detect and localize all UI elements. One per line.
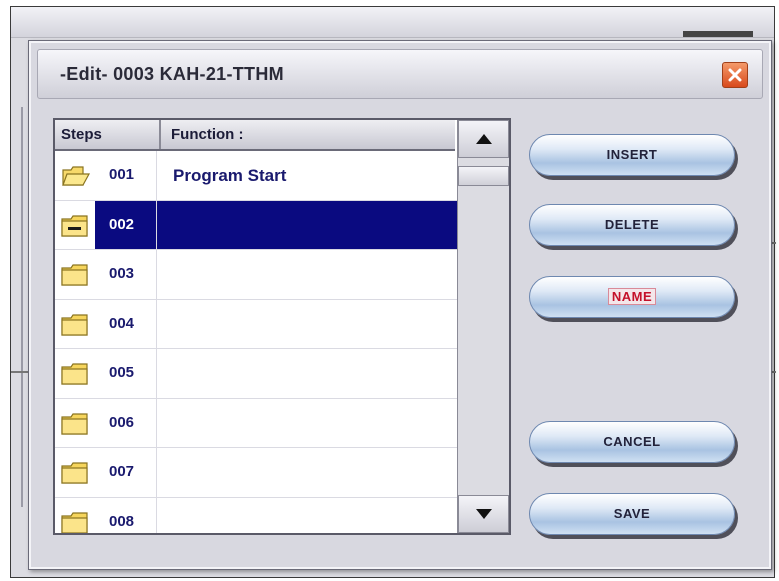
step-cell: 008: [55, 497, 157, 533]
step-number: 007: [109, 463, 135, 480]
insert-button[interactable]: INSERT: [529, 134, 735, 176]
list-item[interactable]: 004: [55, 299, 457, 349]
vertical-scrollbar[interactable]: [457, 120, 509, 533]
step-cell: 003: [55, 250, 157, 299]
step-number: 002: [109, 215, 135, 233]
function-text: Program Start: [173, 166, 287, 185]
save-button[interactable]: SAVE: [529, 493, 735, 535]
list-item[interactable]: 001 Program Start: [55, 151, 457, 201]
list-item[interactable]: 003: [55, 250, 457, 300]
scroll-thumb[interactable]: [458, 166, 509, 186]
close-button[interactable]: [722, 62, 748, 88]
step-cell: 001: [55, 151, 157, 200]
dialog-titlebar: -Edit- 0003 KAH-21-TTHM: [37, 49, 763, 99]
name-button-label: NAME: [607, 288, 657, 305]
step-cell: 002: [55, 200, 157, 249]
close-icon: [728, 68, 742, 82]
step-number: 008: [109, 512, 135, 530]
column-header-steps[interactable]: Steps: [61, 120, 151, 149]
list-rows: 001 Program Start 002 003 004 005 006 007 008: [55, 151, 457, 533]
list-item[interactable]: 007: [55, 448, 457, 498]
edit-dialog: -Edit- 0003 KAH-21-TTHM Steps Function :…: [28, 40, 772, 570]
name-button[interactable]: NAME: [529, 276, 735, 318]
list-header: Steps Function :: [55, 120, 455, 151]
step-cell: 004: [55, 299, 157, 348]
step-number: 001: [109, 166, 135, 183]
step-cell: 006: [55, 398, 157, 447]
step-number: 003: [109, 265, 135, 282]
list-item[interactable]: 005: [55, 349, 457, 399]
list-item[interactable]: 008: [55, 497, 457, 533]
folder-icon: [61, 412, 91, 435]
folder-open-icon: [61, 165, 91, 187]
dialog-title: -Edit- 0003 KAH-21-TTHM: [60, 64, 284, 84]
step-number: 005: [109, 364, 135, 381]
steps-list[interactable]: Steps Function : 001 Program Start 002 003 0…: [53, 118, 511, 535]
step-cell: 005: [55, 349, 157, 398]
delete-button[interactable]: DELETE: [529, 204, 735, 246]
list-item[interactable]: 002: [55, 200, 457, 250]
folder-icon: [61, 363, 91, 385]
arrow-down-icon: [476, 509, 492, 519]
list-item[interactable]: 006: [55, 398, 457, 448]
step-number: 004: [109, 314, 135, 332]
scroll-up-button[interactable]: [458, 120, 509, 158]
background-tab: [683, 31, 753, 37]
folder-icon: [61, 313, 91, 336]
folder-icon: [61, 511, 91, 533]
cancel-button[interactable]: CANCEL: [529, 421, 735, 463]
scroll-down-button[interactable]: [458, 495, 509, 533]
background-divider: [21, 107, 23, 507]
column-header-function[interactable]: Function :: [159, 120, 451, 149]
folder-icon: [61, 462, 91, 484]
step-number: 006: [109, 413, 135, 431]
folder-icon: [61, 264, 91, 286]
folder-minus-icon: [61, 214, 91, 237]
background-toolbar: [11, 7, 774, 38]
step-cell: 007: [55, 448, 157, 497]
arrow-up-icon: [476, 134, 492, 144]
